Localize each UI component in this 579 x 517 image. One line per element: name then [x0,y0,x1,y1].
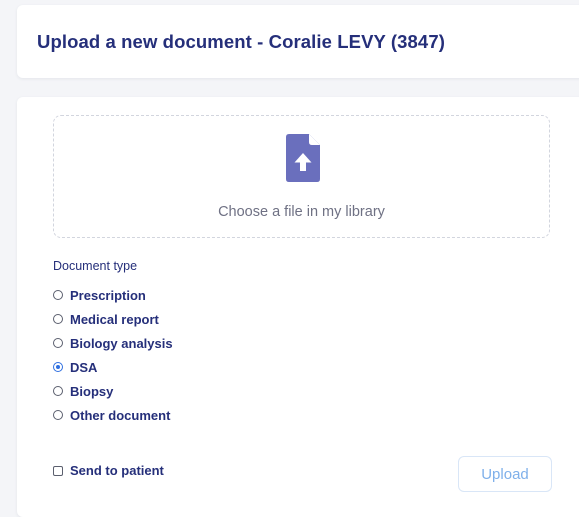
radio-option-biology-analysis[interactable]: Biology analysis [53,331,173,355]
file-dropzone[interactable]: Choose a file in my library [53,115,550,238]
radio-option-other-document[interactable]: Other document [53,403,173,427]
radio-button[interactable] [53,290,63,300]
upload-button[interactable]: Upload [458,456,552,492]
radio-label: DSA [70,359,98,375]
radio-label: Biology analysis [70,335,173,351]
radio-button-selected[interactable] [53,362,63,372]
radio-button[interactable] [53,314,63,324]
document-type-radio-group: Prescription Medical report Biology anal… [53,283,173,427]
header-card: Upload a new document - Coralie LEVY (38… [17,5,579,78]
file-upload-icon [286,134,320,182]
radio-label: Other document [70,407,171,423]
send-to-patient-label: Send to patient [70,463,164,478]
radio-option-prescription[interactable]: Prescription [53,283,173,307]
radio-button[interactable] [53,410,63,420]
radio-option-dsa[interactable]: DSA [53,355,173,379]
checkbox[interactable] [53,465,63,476]
radio-option-biopsy[interactable]: Biopsy [53,379,173,403]
radio-button[interactable] [53,386,63,396]
page-title: Upload a new document - Coralie LEVY (38… [37,31,445,52]
send-to-patient-checkbox[interactable]: Send to patient [53,463,164,478]
dropzone-label: Choose a file in my library [218,204,385,220]
radio-label: Medical report [70,311,159,327]
radio-button[interactable] [53,338,63,348]
document-type-label: Document type [53,259,138,273]
radio-option-medical-report[interactable]: Medical report [53,307,173,331]
upload-form: Choose a file in my library Document typ… [17,97,579,517]
radio-label: Prescription [70,287,146,303]
radio-label: Biopsy [70,383,114,399]
